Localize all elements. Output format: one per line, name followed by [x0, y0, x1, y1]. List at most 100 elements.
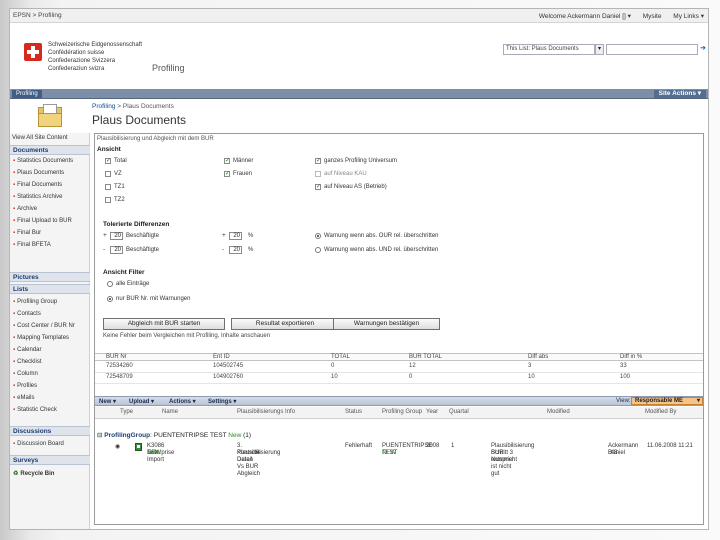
list-toolbar: New ▾ Upload ▾ Actions ▾ Settings ▾ View…	[95, 396, 703, 406]
sidebar-item-profiling-group[interactable]: ▪ Profiling Group	[13, 297, 89, 307]
bullet-icon: ▪	[13, 218, 16, 224]
actions-menu[interactable]: Actions ▾	[169, 398, 196, 405]
warning-or-radio[interactable]	[315, 233, 321, 239]
checkbox-vz-label: VZ	[114, 171, 122, 177]
sidebar-item-statistics-documents[interactable]: ▪ Statistics Documents	[13, 156, 89, 166]
nav-section-surveys[interactable]: Surveys	[10, 455, 90, 465]
col-quartal[interactable]: Quartal	[449, 409, 469, 415]
sidebar-item-column[interactable]: ▪ Column	[13, 369, 89, 379]
tab-profiling[interactable]: Profiling	[12, 90, 42, 98]
sidebar-item-calendar[interactable]: ▪ Calendar	[13, 345, 89, 355]
view-select[interactable]: Responsable ME ▾	[631, 397, 703, 405]
col-diff-abs: Diff abs	[528, 354, 549, 360]
col-year[interactable]: Year	[426, 409, 438, 415]
list-item[interactable]: ◉ K3086 Enterprise Test Import NEW 3. Kon…	[95, 441, 703, 477]
mylinks-menu[interactable]: My Links ▾	[673, 13, 704, 20]
site-actions-menu[interactable]: Site Actions ▾	[653, 90, 706, 98]
main-content: Plausibilisierung und Abgleich mit dem B…	[94, 133, 704, 525]
bullet-icon: ▪	[13, 311, 16, 317]
welcome-menu[interactable]: Welcome Ackermann Daniel [] ▾	[539, 13, 631, 20]
sidebar-item-profiles[interactable]: ▪ Profiles	[13, 381, 89, 391]
collapse-icon[interactable]: ⊟	[97, 432, 102, 439]
page-breadcrumb: Profiling > Plaus Documents	[92, 103, 174, 110]
bullet-icon: ▪	[13, 194, 16, 200]
bullet-icon: ▪	[13, 347, 16, 353]
table-row: 72534260 104502745 0 12 3 33	[95, 363, 703, 373]
diff1-pct-sign: +	[222, 232, 226, 239]
ansicht-title: Ansicht	[97, 146, 121, 153]
filter-all-radio[interactable]	[107, 281, 113, 287]
checkbox-total[interactable]: ✓	[105, 158, 111, 164]
sidebar-item-plaus-documents[interactable]: ▪ Plaus Documents	[13, 168, 89, 178]
checkbox-kau[interactable]	[315, 171, 321, 177]
document-library-icon	[38, 104, 64, 128]
chevron-down-icon: ▾	[696, 398, 700, 404]
row-year: 2008	[426, 443, 440, 449]
sidebar-item-emails[interactable]: ▪ eMails	[13, 393, 89, 403]
sidebar-item-final-documents[interactable]: ▪ Final Documents	[13, 180, 89, 190]
diff1-pct-input[interactable]: 20	[229, 232, 242, 240]
confederation-text: Schweizerische Eidgenossenschaft Confédé…	[48, 41, 142, 73]
new-menu[interactable]: New ▾	[99, 398, 116, 405]
search-icon[interactable]: ➔	[700, 44, 708, 55]
col-status[interactable]: Status	[345, 409, 362, 415]
sidebar-item-final-bur[interactable]: ▪ Final Bur	[13, 228, 89, 238]
checkbox-maenner[interactable]: ✓	[224, 158, 230, 164]
global-breadcrumb[interactable]: EPSN > Profiling	[13, 12, 62, 19]
sidebar-item-final-upload[interactable]: ▪ Final Upload to BUR	[13, 216, 89, 226]
nav-section-lists[interactable]: Lists	[10, 284, 90, 294]
export-result-button[interactable]: Resultat exportieren	[231, 318, 339, 330]
diff-title: Tolerierte Differenzen	[103, 221, 170, 228]
col-modified[interactable]: Modified	[547, 409, 570, 415]
settings-menu[interactable]: Settings ▾	[208, 398, 236, 405]
diff1-abs-input[interactable]: 20	[110, 232, 123, 240]
sidebar-item-archive[interactable]: ▪ Archive	[13, 204, 89, 214]
bullet-icon: ▪	[13, 441, 16, 447]
col-profiling-group[interactable]: Profiling Group	[382, 409, 422, 415]
nav-section-discussions[interactable]: Discussions	[10, 426, 90, 436]
start-bur-compare-button[interactable]: Abgleich mit BUR starten	[103, 318, 225, 330]
checkbox-betrieb[interactable]: ✓	[315, 184, 321, 190]
chevron-down-icon[interactable]: ▾	[595, 44, 604, 55]
nav-section-documents[interactable]: Documents	[10, 145, 90, 155]
breadcrumb-profiling-link[interactable]: Profiling	[92, 103, 115, 110]
filter-warnings-radio[interactable]	[107, 296, 113, 302]
sidebar-item-statistic-check[interactable]: ▪ Statistic Check	[13, 405, 89, 415]
mysite-link[interactable]: Mysite	[643, 13, 662, 20]
sidebar-item-contacts[interactable]: ▪ Contacts	[13, 309, 89, 319]
checkbox-vz[interactable]	[105, 171, 111, 177]
sidebar-item-statistics-archive[interactable]: ▪ Statistics Archive	[13, 192, 89, 202]
upload-menu[interactable]: Upload ▾	[129, 398, 154, 405]
col-type[interactable]: Type	[120, 409, 133, 415]
checkbox-universum[interactable]: ✓	[315, 158, 321, 164]
checkbox-universum-label: ganzes Profiling Universum	[324, 158, 398, 164]
sidebar-item-final-bfeta[interactable]: ▪ Final BFETA	[13, 240, 89, 250]
sidebar-item-checklist[interactable]: ▪ Checklist	[13, 357, 89, 367]
checkbox-tz1[interactable]	[105, 184, 111, 190]
checkbox-tz2[interactable]	[105, 197, 111, 203]
row-select-radio[interactable]: ◉	[115, 444, 120, 451]
group-header-row[interactable]: ⊟ ProfilingGroup: PUENTENTRIPSE TEST New…	[97, 431, 251, 439]
sidebar-item-discussion-board[interactable]: ▪ Discussion Board	[13, 439, 89, 449]
search-input[interactable]	[606, 44, 698, 55]
top-link-bar: EPSN > Profiling Welcome Ackermann Danie…	[10, 9, 708, 23]
col-name[interactable]: Name	[162, 409, 178, 415]
diff2-pct-input[interactable]: 20	[229, 246, 242, 254]
checkbox-tz1-label: TZ1	[114, 184, 125, 190]
confirm-warnings-button[interactable]: Warnungen bestätigen	[333, 318, 440, 330]
sidebar-item-cost-center[interactable]: ▪ Cost Center / BUR Nr	[13, 321, 89, 331]
sidebar-item-mapping-templates[interactable]: ▪ Mapping Templates	[13, 333, 89, 343]
warning-and-radio[interactable]	[315, 247, 321, 253]
diff2-unit: %	[248, 247, 254, 253]
search-scope-select[interactable]: This List: Plaus Documents	[503, 44, 595, 55]
recycle-bin-icon: ♻	[13, 471, 19, 477]
recycle-bin-link[interactable]: ♻ Recycle Bin	[13, 469, 89, 479]
page-title: Plaus Documents	[92, 113, 187, 127]
bullet-icon: ▪	[13, 182, 16, 188]
col-plaus-info[interactable]: Plausibilisierungs Info	[237, 409, 295, 415]
diff2-abs-input[interactable]: 20	[110, 246, 123, 254]
checkbox-frauen[interactable]: ✓	[224, 171, 230, 177]
view-all-site-content-link[interactable]: View All Site Content	[12, 135, 68, 141]
nav-section-pictures[interactable]: Pictures	[10, 272, 90, 282]
col-modified-by[interactable]: Modified By	[645, 409, 676, 415]
